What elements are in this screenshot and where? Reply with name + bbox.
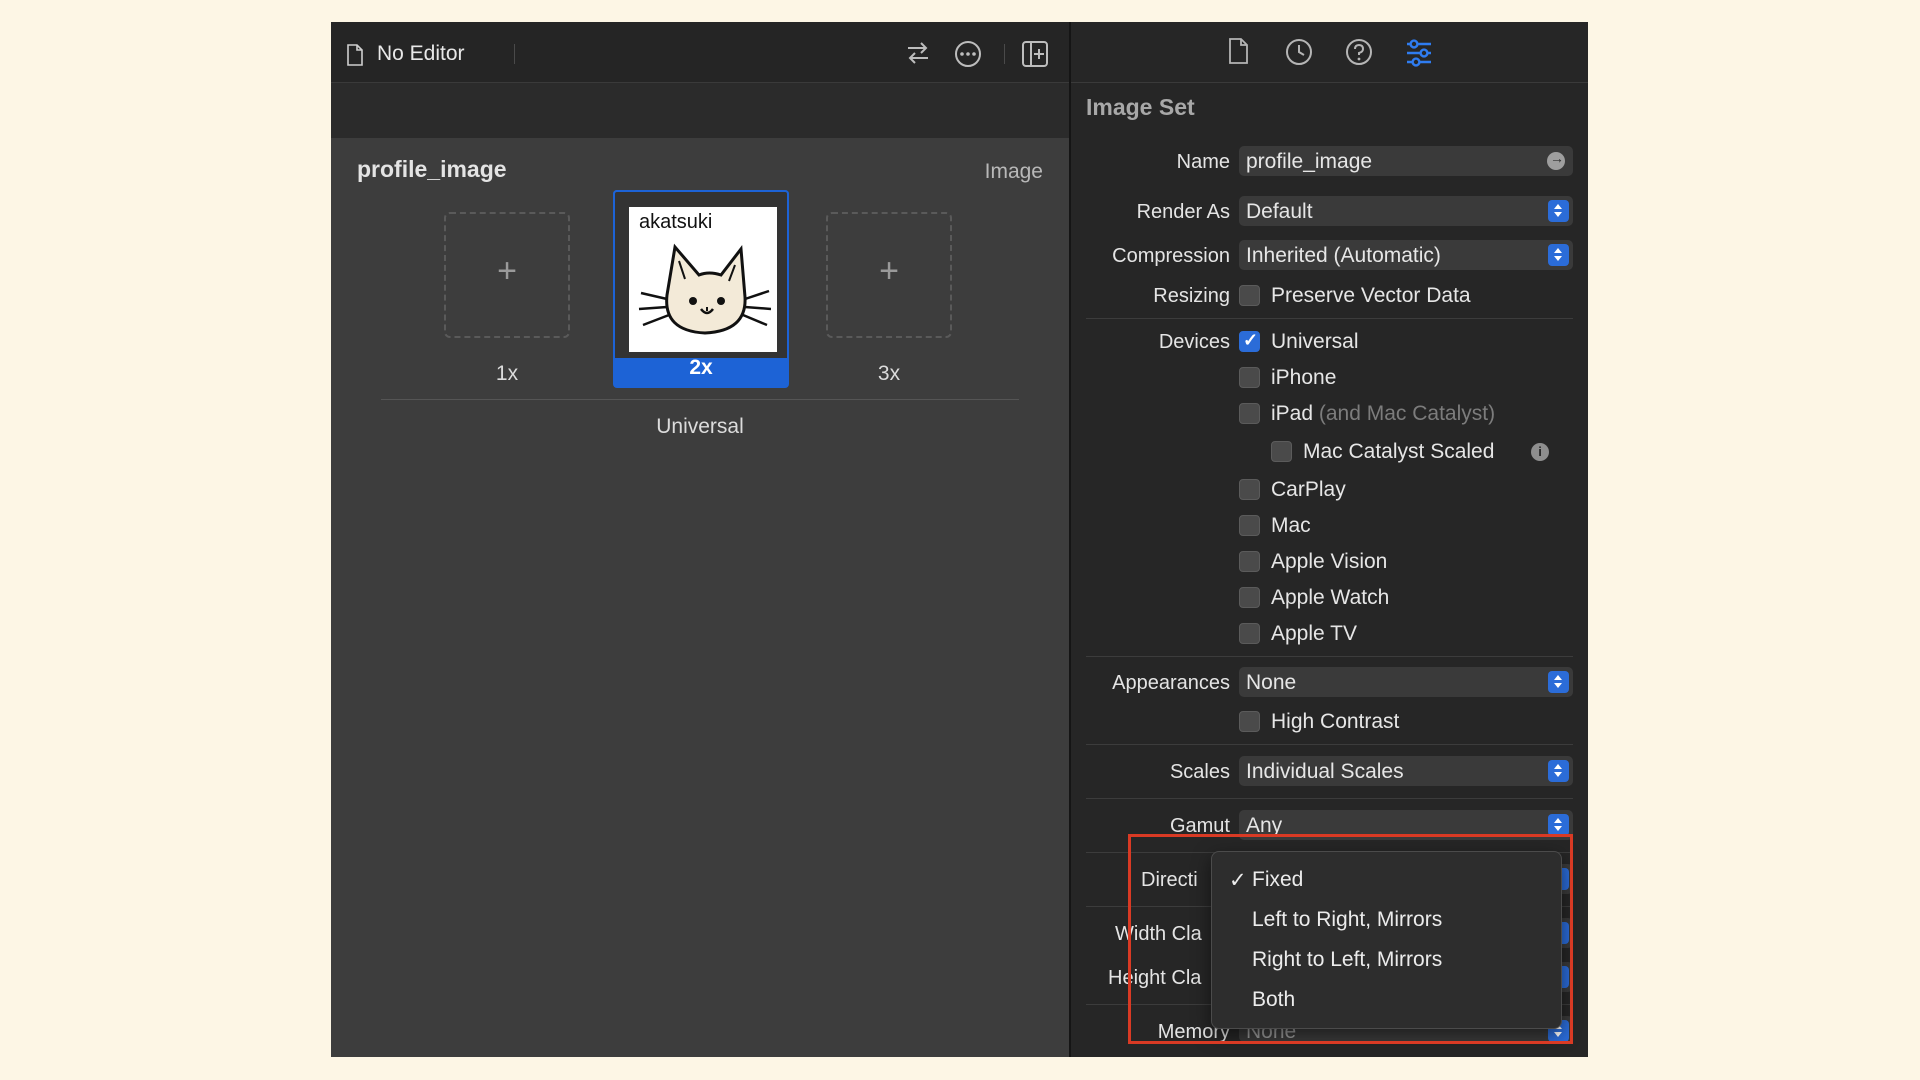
compression-value: Inherited (Automatic) [1246,244,1441,267]
high-contrast-label: High Contrast [1271,710,1400,733]
attributes-sliders-icon[interactable] [1404,38,1434,73]
section-title: Image Set [1086,94,1195,120]
asset-name: profile_image [357,156,507,182]
section-separator [1086,744,1573,745]
chevron-updown-icon [1548,244,1569,266]
history-clock-icon[interactable] [1285,38,1313,71]
render-as-select[interactable]: Default [1239,196,1573,226]
go-arrow-icon[interactable] [1547,150,1565,170]
device-iphone-label: iPhone [1271,366,1337,389]
asset-editor: No Editor profile_image Image + 1x akats… [331,22,1069,1057]
add-editor-icon[interactable] [1021,40,1049,73]
chevron-updown-icon [1548,814,1569,836]
device-mac-catalyst-scaled-label: Mac Catalyst Scaled [1303,440,1495,463]
device-apple-watch-checkbox[interactable] [1239,587,1260,608]
device-universal-checkbox[interactable] [1239,330,1260,352]
name-value: profile_image [1246,150,1373,173]
slot-3x-label: 3x [877,362,901,385]
toolbar-separator [514,44,515,64]
more-options-icon[interactable] [953,40,983,73]
compression-label: Compression [1112,245,1230,267]
document-icon [346,44,364,71]
scales-label: Scales [1169,761,1230,783]
device-apple-tv-checkbox[interactable] [1239,623,1260,644]
high-contrast-checkbox[interactable] [1239,711,1260,732]
name-field[interactable]: profile_image [1239,146,1573,176]
device-apple-watch-label: Apple Watch [1271,586,1390,609]
group-divider [381,399,1019,400]
thumbnail-text: akatsuki [639,211,713,233]
slot-2x-label: 2x [689,356,713,379]
device-ipad-name: iPad [1271,402,1314,425]
devices-label: Devices [1158,331,1230,353]
chevron-updown-icon [1548,671,1569,693]
preserve-vector-checkbox[interactable] [1239,285,1260,306]
slot-1x-label: 1x [495,362,519,385]
resizing-label: Resizing [1153,285,1230,307]
device-iphone-checkbox[interactable] [1239,367,1260,388]
appearances-value: None [1246,671,1297,694]
slot-2x-frame: akatsuki [613,190,789,360]
device-universal-label: Universal [1271,330,1359,353]
appearances-select[interactable]: None [1239,667,1573,697]
appearances-label: Appearances [1112,672,1230,694]
slot-1x-dropzone[interactable]: + [444,212,570,338]
device-ipad-suffix: (and Mac Catalyst) [1318,402,1496,425]
editor-title: No Editor [377,42,465,65]
info-icon[interactable]: i [1531,443,1549,461]
preserve-vector-label: Preserve Vector Data [1271,284,1471,307]
device-carplay-label: CarPlay [1271,478,1346,501]
scales-value: Individual Scales [1246,760,1404,783]
compression-select[interactable]: Inherited (Automatic) [1239,240,1573,270]
inspector-tabs [1071,22,1588,83]
chevron-updown-icon [1548,760,1569,782]
device-mac-catalyst-scaled-checkbox[interactable] [1271,441,1292,462]
device-apple-vision-label: Apple Vision [1271,550,1388,573]
file-inspector-icon[interactable] [1228,38,1250,69]
section-separator [1086,318,1573,319]
help-question-icon[interactable] [1345,38,1373,71]
image-thumbnail[interactable]: akatsuki [629,207,777,352]
toolbar-separator [1004,44,1005,64]
section-separator [1086,656,1573,657]
add-icon: + [497,252,517,290]
chevron-updown-icon [1548,200,1569,222]
device-apple-tv-label: Apple TV [1271,622,1357,645]
render-as-value: Default [1246,200,1313,223]
device-apple-vision-checkbox[interactable] [1239,551,1260,572]
asset-type-label: Image [984,160,1043,183]
slot-3x-dropzone[interactable]: + [826,212,952,338]
device-carplay-checkbox[interactable] [1239,479,1260,500]
swap-arrows-icon[interactable] [904,40,932,71]
scales-select[interactable]: Individual Scales [1239,756,1573,786]
device-ipad-label: iPad (and Mac Catalyst) [1271,402,1495,426]
name-label: Name [1176,151,1230,173]
device-mac-checkbox[interactable] [1239,515,1260,536]
editor-header-strip [331,83,1069,138]
slot-2x-selected[interactable]: akatsuki 2x [613,190,789,388]
device-mac-label: Mac [1271,514,1311,537]
annotation-highlight-box [1128,834,1573,1044]
render-as-label: Render As [1136,201,1230,223]
group-label: Universal [656,415,744,438]
editor-toolbar: No Editor [331,22,1069,83]
device-ipad-checkbox[interactable] [1239,403,1260,424]
add-icon: + [879,252,899,290]
cat-face-icon [638,243,771,335]
section-separator [1086,798,1573,799]
